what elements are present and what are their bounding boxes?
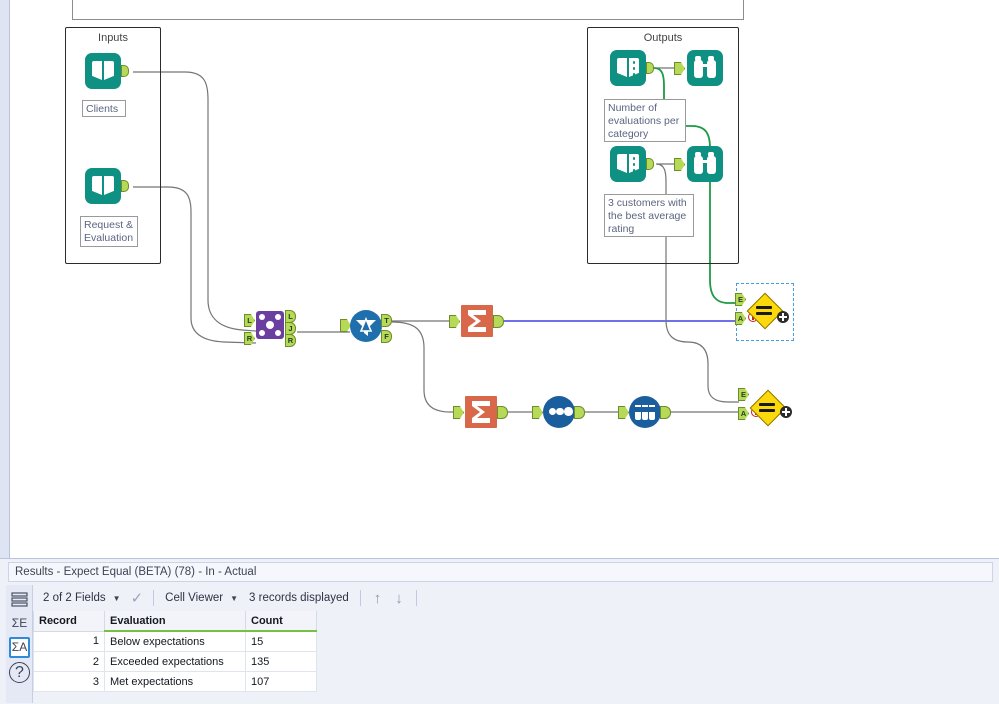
table-row[interactable]: 1 Below expectations 15: [33, 630, 317, 652]
table-header-row: Record Evaluation Count: [33, 611, 317, 632]
results-grid[interactable]: Record Evaluation Count 1 Below expectat…: [33, 611, 317, 692]
tool-output-counts[interactable]: [610, 50, 654, 86]
text-input-book-icon: [610, 146, 646, 182]
toolbar-divider: [153, 590, 155, 606]
test-tubes-icon: [629, 396, 661, 428]
tool-expect-equal-1[interactable]: E A: [735, 292, 789, 330]
expected-input-anchor[interactable]: E: [738, 388, 749, 401]
output-anchor[interactable]: [121, 180, 129, 192]
cell-record: 1: [33, 630, 105, 652]
output-anchor[interactable]: [660, 406, 671, 419]
results-table: Record Evaluation Count 1 Below expectat…: [33, 611, 317, 692]
input-data-book-icon: [85, 53, 121, 89]
output-anchor[interactable]: [646, 158, 654, 170]
filter-icon: [350, 310, 382, 342]
output-anchor[interactable]: [574, 406, 585, 419]
results-title: Results - Expect Equal (BETA) (78) - In …: [8, 562, 993, 582]
input-anchor[interactable]: [618, 406, 629, 419]
summarize-sigma-icon: [461, 305, 493, 337]
results-sidebar: ΣE ΣA ?: [6, 585, 33, 703]
cell-record: 3: [33, 671, 105, 692]
tool-browse-1[interactable]: [674, 50, 723, 86]
chevron-down-icon[interactable]: ▼: [111, 594, 127, 603]
help-icon[interactable]: ?: [9, 662, 30, 683]
column-header-record[interactable]: Record: [33, 611, 105, 632]
toolbar-divider: [415, 590, 417, 606]
tool-clients[interactable]: [85, 53, 129, 89]
input-data-book-icon: [85, 168, 121, 204]
column-header-evaluation[interactable]: Evaluation: [104, 611, 246, 632]
cell-evaluation: Exceeded expectations: [104, 651, 246, 672]
cell-count: 107: [245, 671, 317, 692]
tool-select[interactable]: [618, 396, 671, 428]
join-input-right-anchor[interactable]: R: [244, 332, 255, 345]
left-tool-rail: [0, 0, 10, 558]
output-anchor[interactable]: [497, 406, 508, 419]
join-icon: [256, 311, 284, 339]
add-tool-icon[interactable]: [780, 406, 792, 418]
expect-equal-diamond-icon: [749, 389, 787, 427]
tool-summarize-bottom[interactable]: [453, 396, 508, 428]
tool-label-clients: Clients: [82, 100, 126, 117]
chevron-down-icon[interactable]: ▼: [228, 594, 244, 603]
tool-join[interactable]: L R L J R: [244, 310, 296, 347]
toolbar-divider: [359, 590, 361, 606]
input-anchor[interactable]: [449, 315, 460, 328]
results-toolbar: 2 of 2 Fields ▼ ✓ Cell Viewer ▼ 3 record…: [38, 587, 423, 609]
table-row[interactable]: 2 Exceeded expectations 135: [33, 651, 317, 672]
fields-count-label[interactable]: 2 of 2 Fields: [38, 592, 111, 604]
filter-true-anchor[interactable]: T: [381, 314, 392, 327]
records-displayed-label: 3 records displayed: [249, 592, 349, 604]
join-output-right-anchor[interactable]: R: [285, 334, 296, 347]
summarize-sigma-icon: [465, 396, 497, 428]
cell-evaluation: Met expectations: [104, 671, 246, 692]
messages-icon[interactable]: ΣE: [9, 613, 30, 634]
cell-count: 135: [245, 651, 317, 672]
output-anchor[interactable]: [121, 65, 129, 77]
add-tool-icon[interactable]: [777, 311, 789, 323]
join-input-left-anchor[interactable]: L: [244, 314, 255, 327]
container-outputs-title: Outputs: [643, 32, 683, 44]
container-inputs-title: Inputs: [98, 32, 128, 44]
browse-binoculars-icon: [687, 50, 723, 86]
input-anchor[interactable]: [532, 406, 543, 419]
filter-false-anchor[interactable]: F: [381, 330, 392, 343]
text-input-book-icon: [610, 50, 646, 86]
output-anchor[interactable]: [646, 62, 654, 74]
table-row[interactable]: 3 Met expectations 107: [33, 671, 317, 692]
check-icon[interactable]: ✓: [127, 589, 148, 607]
cell-record: 2: [33, 651, 105, 672]
actual-input-anchor[interactable]: A: [738, 407, 749, 420]
output-anchor[interactable]: [493, 315, 504, 328]
tool-label-request-evaluation: Request & Evaluation: [80, 216, 138, 247]
cell-count: 15: [245, 630, 317, 652]
tool-output-top3[interactable]: [610, 146, 654, 182]
column-header-count[interactable]: Count: [245, 611, 317, 632]
comment-box[interactable]: The three customers ("Professional") who…: [72, 0, 744, 20]
tool-label-output-counts: Number of evaluations per category: [604, 99, 686, 142]
sample-dots-icon: [543, 396, 575, 428]
tool-request-evaluation[interactable]: [85, 168, 129, 204]
input-anchor[interactable]: [453, 406, 464, 419]
tool-expect-equal-2[interactable]: E A: [738, 388, 792, 427]
tool-label-output-top3: 3 customers with the best average rating: [604, 194, 694, 237]
arrow-down-icon[interactable]: ↓: [388, 590, 410, 607]
workflow-canvas[interactable]: The three customers ("Professional") who…: [10, 0, 999, 558]
browse-binoculars-icon: [687, 146, 723, 182]
tool-sample[interactable]: [532, 396, 585, 428]
results-panel: Results - Expect Equal (BETA) (78) - In …: [0, 558, 999, 704]
metadata-icon[interactable]: ΣA: [9, 637, 30, 658]
view-mode-label[interactable]: Cell Viewer: [160, 592, 228, 604]
cell-evaluation: Below expectations: [104, 630, 246, 652]
tool-filter[interactable]: T F: [340, 310, 392, 343]
expect-equal-diamond-icon: [746, 292, 784, 330]
arrow-up-icon[interactable]: ↑: [367, 590, 389, 607]
tool-browse-2[interactable]: [674, 146, 723, 182]
grid-icon[interactable]: [9, 589, 30, 610]
tool-summarize-top[interactable]: [449, 305, 504, 337]
